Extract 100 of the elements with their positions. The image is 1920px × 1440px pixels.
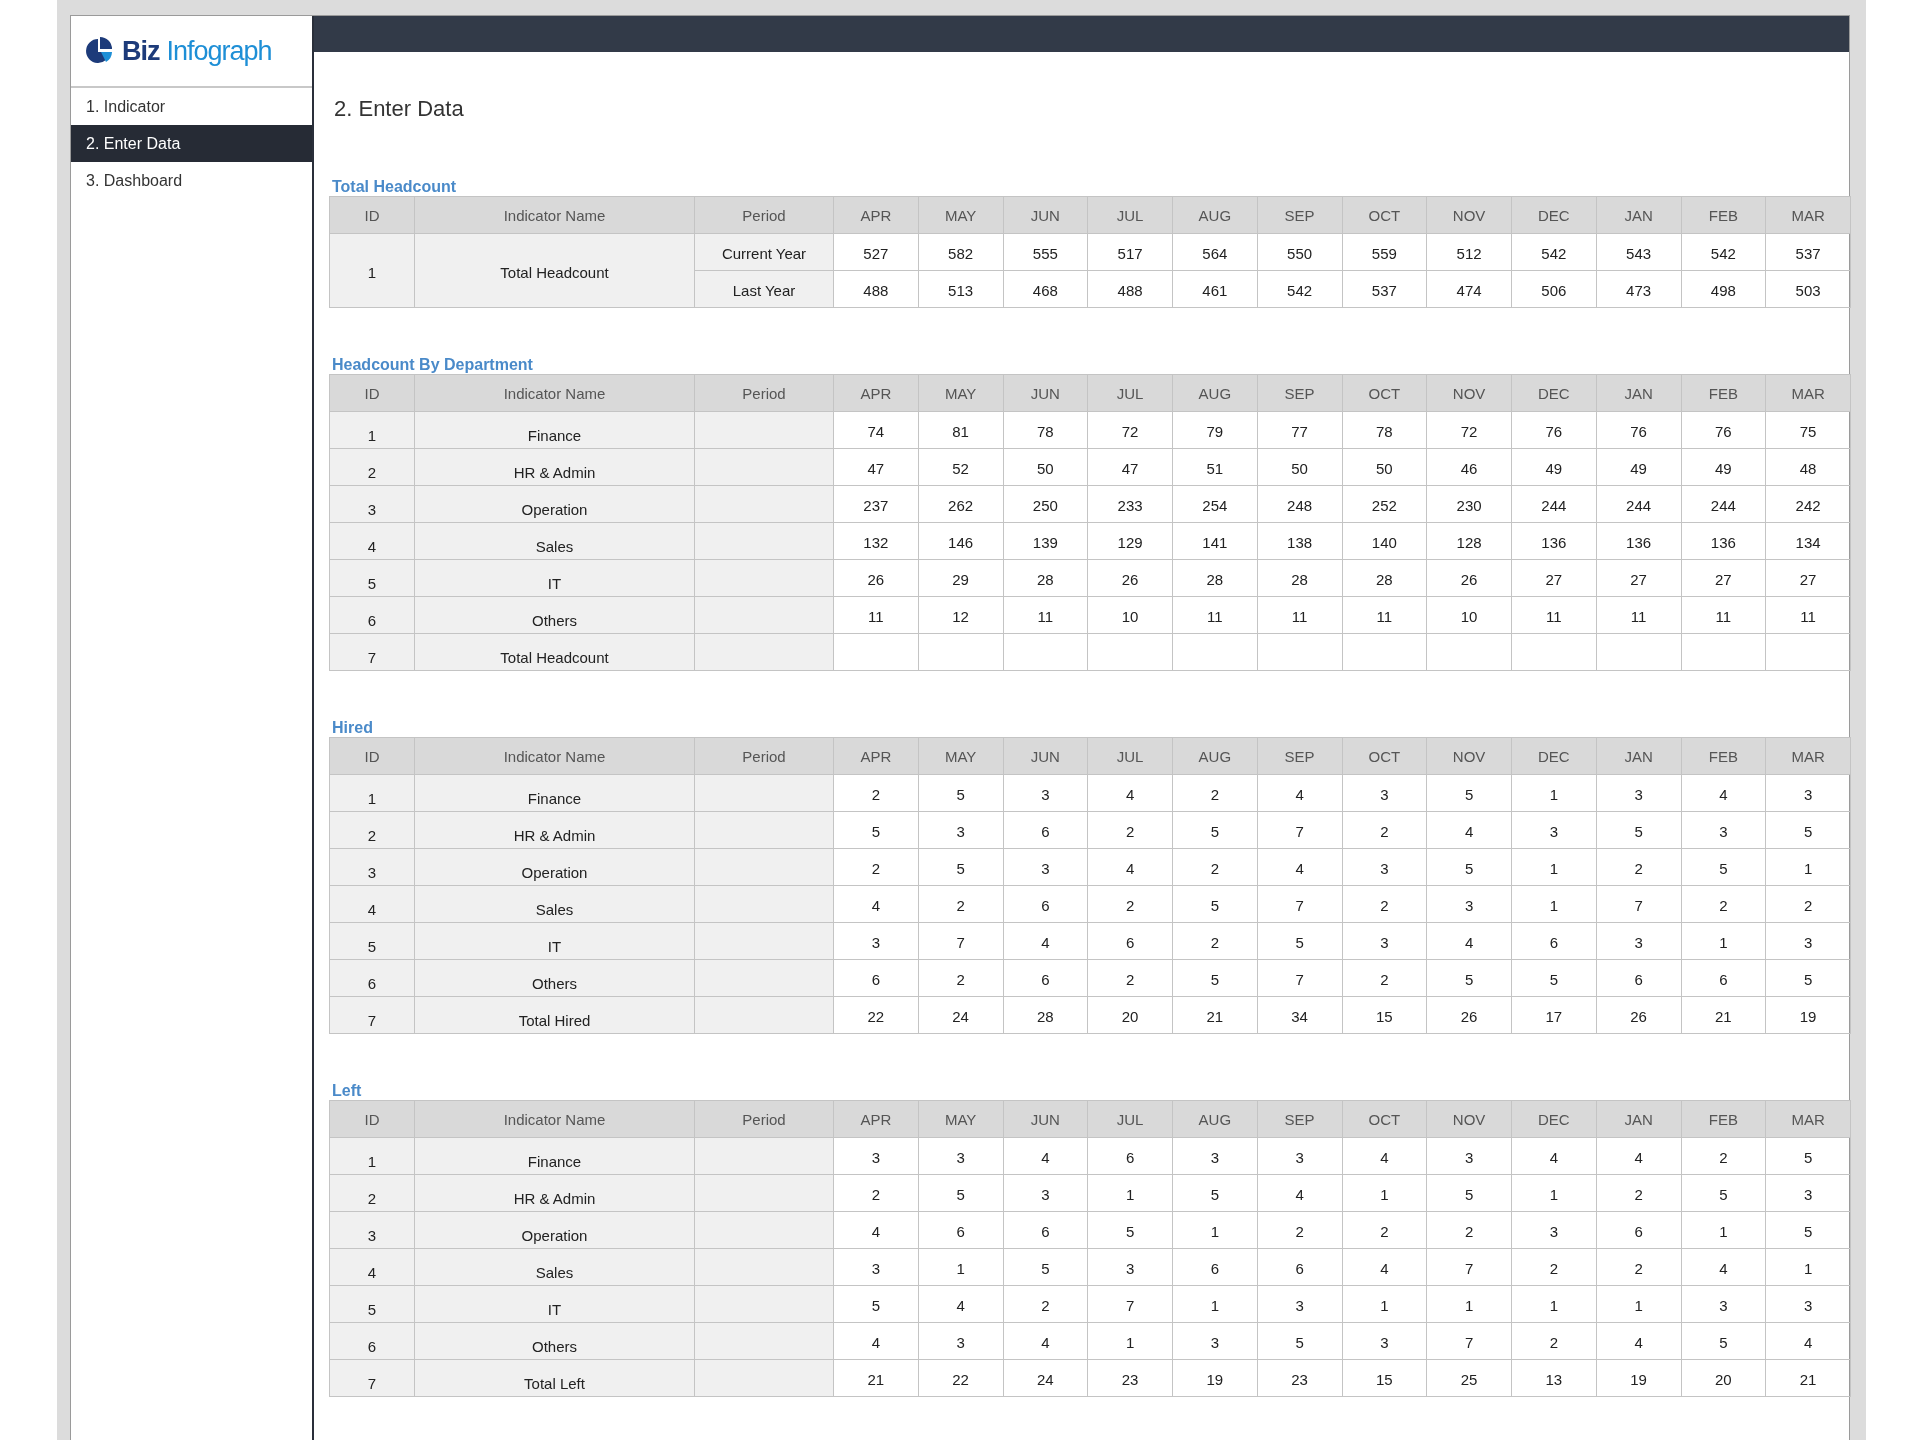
table-cell: 5 (1172, 811, 1258, 849)
table-cell: 26 (833, 559, 919, 597)
column-header: OCT (1342, 737, 1427, 775)
table-cell: 20 (1087, 996, 1173, 1034)
column-header: JUN (1003, 1100, 1088, 1138)
column-header: JAN (1596, 1100, 1681, 1138)
table-cell: 5 (1596, 811, 1681, 849)
table-cell: 5 (1172, 885, 1258, 923)
column-header: DEC (1511, 374, 1597, 412)
table-cell: 26 (1426, 996, 1512, 1034)
table-cell: 21 (1681, 996, 1766, 1034)
column-header: Period (694, 196, 834, 234)
table-cell: 28 (1257, 559, 1342, 597)
table-cell: 3 (1257, 1285, 1342, 1323)
table-cell: 2 (1596, 848, 1681, 886)
table-cell: 254 (1172, 485, 1258, 523)
table-cell: 5 (329, 1285, 415, 1323)
table-cell: 6 (1087, 922, 1173, 960)
table-cell: 4 (1003, 1322, 1088, 1360)
table-cell: 26 (1596, 996, 1681, 1034)
table-cell: 50 (1257, 448, 1342, 486)
table-cell: 4 (1003, 1137, 1088, 1175)
table-cell: 25 (1426, 1359, 1512, 1397)
table-cell: 506 (1511, 270, 1597, 308)
column-header: Indicator Name (414, 1100, 695, 1138)
table-cell: HR & Admin (414, 448, 695, 486)
table-cell: Sales (414, 522, 695, 560)
table-cell: 1 (1087, 1174, 1173, 1212)
table-cell: 3 (1426, 1137, 1512, 1175)
table-cell: 4 (1342, 1137, 1427, 1175)
table-cell: Finance (414, 774, 695, 812)
page-title: 2. Enter Data (333, 95, 465, 123)
table-cell: 5 (1765, 811, 1851, 849)
sidebar-item[interactable]: 3. Dashboard (71, 162, 312, 199)
table-cell: 5 (918, 1174, 1003, 1212)
column-header: JAN (1596, 196, 1681, 234)
table-cell: 7 (918, 922, 1003, 960)
table-cell: 5 (1681, 848, 1766, 886)
table-cell: 136 (1511, 522, 1597, 560)
table-cell: 6 (1003, 1211, 1088, 1249)
sidebar-item[interactable]: 1. Indicator (71, 88, 312, 125)
column-header: AUG (1172, 196, 1258, 234)
table-cell: 4 (1257, 774, 1342, 812)
table-cell: 1 (1342, 1285, 1427, 1323)
table-cell: 7 (329, 633, 415, 671)
sidebar-item[interactable]: 2. Enter Data (71, 125, 312, 162)
logo-text: Biz (122, 35, 160, 67)
table-cell: 26 (1426, 559, 1512, 597)
table-cell: 1 (1342, 1174, 1427, 1212)
column-header: MAR (1765, 737, 1851, 775)
table-cell: 7 (1596, 885, 1681, 923)
table-cell: 4 (1087, 774, 1173, 812)
table-cell: 75 (1765, 411, 1851, 449)
table-cell: 28 (1342, 559, 1427, 597)
column-header: JUN (1003, 737, 1088, 775)
table-cell: 5 (1426, 1174, 1512, 1212)
table-cell: 22 (833, 996, 919, 1034)
table-cell: 12 (918, 596, 1003, 634)
table-cell: 244 (1681, 485, 1766, 523)
column-header: JUL (1087, 1100, 1173, 1138)
table-cell: 5 (1426, 774, 1512, 812)
table-cell: 13 (1511, 1359, 1597, 1397)
table-cell: 2 (1087, 959, 1173, 997)
table-cell: 2 (1003, 1285, 1088, 1323)
table-cell: 1 (1426, 1285, 1512, 1323)
table-cell: 11 (1003, 596, 1088, 634)
table-cell: 1 (1596, 1285, 1681, 1323)
table-cell: 6 (329, 596, 415, 634)
table-cell: IT (414, 1285, 695, 1323)
table-cell: 3 (1426, 885, 1512, 923)
table-cell: 244 (1511, 485, 1597, 523)
table-cell: 134 (1765, 522, 1851, 560)
table-cell: 5 (329, 559, 415, 597)
table-cell: 2 (1681, 885, 1766, 923)
table-cell: 252 (1342, 485, 1427, 523)
table-cell: 5 (1003, 1248, 1088, 1286)
table-cell: 11 (1511, 596, 1597, 634)
table-cell: 6 (1257, 1248, 1342, 1286)
column-header: JAN (1596, 374, 1681, 412)
table-cell: 19 (1596, 1359, 1681, 1397)
table-cell: 138 (1257, 522, 1342, 560)
table-cell: 11 (1342, 596, 1427, 634)
column-header: Indicator Name (414, 737, 695, 775)
table-cell: 1 (1511, 848, 1597, 886)
table-cell: 6 (1596, 959, 1681, 997)
logo-text: Infograph (166, 35, 272, 67)
table-cell: 51 (1172, 448, 1258, 486)
column-header: FEB (1681, 737, 1766, 775)
column-header: JUL (1087, 737, 1173, 775)
table-cell: 21 (833, 1359, 919, 1397)
table-cell: 7 (329, 1359, 415, 1397)
table-cell: Total Headcount (414, 233, 695, 308)
column-header: NOV (1426, 374, 1512, 412)
table-cell: 139 (1003, 522, 1088, 560)
section-title: Headcount By Department (331, 356, 533, 374)
table-cell: 3 (918, 811, 1003, 849)
table-cell: Others (414, 1322, 695, 1360)
table-cell: 1 (1765, 1248, 1851, 1286)
table-cell: 52 (918, 448, 1003, 486)
table-cell: 6 (1087, 1137, 1173, 1175)
